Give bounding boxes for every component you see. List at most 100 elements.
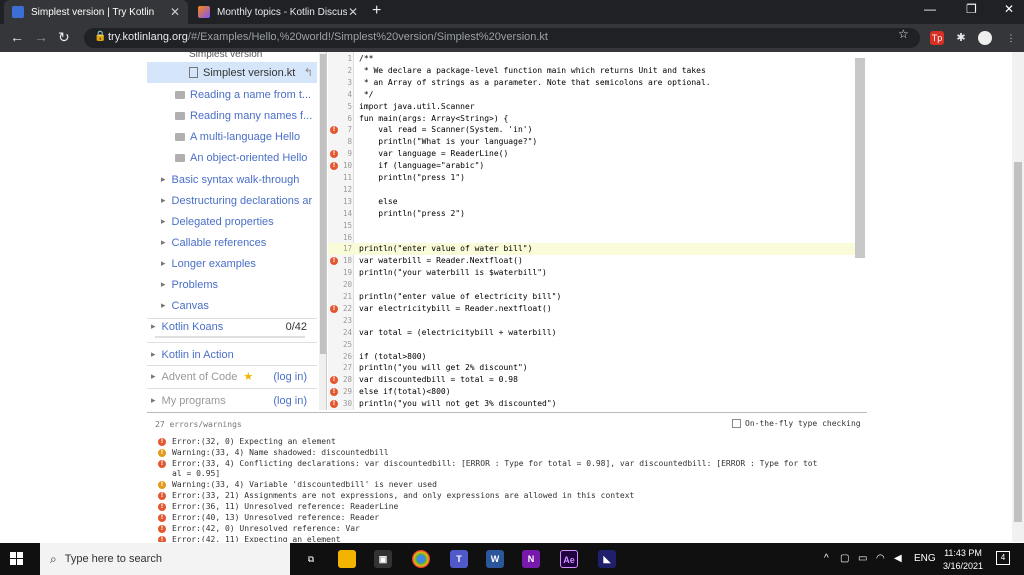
code-line[interactable]: 1 /** bbox=[328, 53, 858, 65]
code-line[interactable]: 12 bbox=[328, 184, 858, 196]
close-window-icon[interactable]: ✕ bbox=[1004, 2, 1014, 16]
code-line[interactable]: 13 else bbox=[328, 196, 858, 208]
error-marker-icon[interactable]: ! bbox=[330, 257, 338, 266]
sidebar-item-object-oriented[interactable]: An object-oriented Hello bbox=[147, 147, 317, 168]
code-line[interactable]: 23 bbox=[328, 315, 858, 327]
language-indicator[interactable]: ENG bbox=[914, 553, 936, 564]
code-line[interactable]: 19 println("your waterbill is $waterbill"… bbox=[328, 267, 858, 279]
sidebar-item-kotlin-koans[interactable]: ▸ Kotlin Koans 0/42 bbox=[147, 316, 317, 337]
chrome-icon[interactable] bbox=[412, 550, 430, 568]
clock[interactable]: 11:43 PM 3/16/2021 bbox=[938, 547, 988, 573]
error-marker-icon[interactable]: ! bbox=[330, 150, 338, 159]
close-tab-icon[interactable]: ✕ bbox=[170, 5, 180, 19]
sidebar-item-problems[interactable]: ▸ Problems bbox=[147, 274, 317, 295]
back-icon[interactable]: ← bbox=[10, 29, 24, 45]
onenote-icon[interactable]: N bbox=[522, 550, 540, 568]
code-line[interactable]: 21 println("enter value of electricity bi… bbox=[328, 291, 858, 303]
volume-icon[interactable]: ◀ bbox=[894, 553, 902, 564]
error-message[interactable]: ! Error:(36, 11) Unresolved reference: Re… bbox=[158, 502, 862, 512]
sidebar-item-multi-language[interactable]: A multi-language Hello bbox=[147, 126, 317, 147]
error-marker-icon[interactable]: ! bbox=[330, 126, 338, 135]
editor-scrollbar[interactable] bbox=[855, 58, 865, 258]
windows-start-icon[interactable] bbox=[10, 552, 24, 566]
profile-avatar[interactable] bbox=[978, 31, 992, 45]
forward-icon[interactable]: → bbox=[34, 29, 48, 45]
sidebar-item-basic-syntax[interactable]: ▸ Basic syntax walk-through bbox=[147, 169, 317, 190]
login-link[interactable]: (log in) bbox=[273, 395, 307, 407]
bookmark-star-icon[interactable]: ☆ bbox=[898, 27, 909, 41]
sidebar-item-my-programs[interactable]: ▸ My programs (log in) bbox=[147, 390, 317, 410]
network-icon[interactable]: ▭ bbox=[858, 553, 867, 564]
sidebar-item-reading-many-names[interactable]: Reading many names f... bbox=[147, 105, 317, 126]
warning-message[interactable]: ! Warning:(33, 4) Name shadowed: discount… bbox=[158, 448, 862, 458]
code-line[interactable]: ! 18 var waterbill = Reader.Nextfloat() bbox=[328, 255, 858, 267]
code-line[interactable]: 15 bbox=[328, 220, 858, 232]
error-marker-icon[interactable]: ! bbox=[330, 304, 338, 313]
code-line[interactable]: 26 if (total>800) bbox=[328, 351, 858, 363]
code-line[interactable]: 17 println("enter value of water bill") bbox=[328, 243, 858, 256]
code-line[interactable]: ! 28 var discountedbill = total = 0.98 bbox=[328, 374, 858, 386]
code-line[interactable]: ! 10 if (language="arabic") bbox=[328, 160, 858, 172]
sidebar-item-delegated[interactable]: ▸ Delegated properties bbox=[147, 211, 317, 232]
store-icon[interactable]: ▣ bbox=[374, 550, 392, 568]
error-message[interactable]: ! Error:(33, 4) Conflicting declarations:… bbox=[158, 459, 862, 479]
code-line[interactable]: 25 bbox=[328, 339, 858, 351]
code-line[interactable]: 4 */ bbox=[328, 89, 858, 101]
code-line[interactable]: ! 29 else if(total)<800) bbox=[328, 386, 858, 398]
sidebar-item-reading-name[interactable]: Reading a name from t... bbox=[147, 84, 317, 105]
scrollbar-thumb[interactable] bbox=[320, 54, 326, 354]
url-field[interactable]: 🔒 try.kotlinlang.org/#/Examples/Hello,%2… bbox=[84, 28, 920, 48]
error-marker-icon[interactable]: ! bbox=[330, 376, 338, 385]
task-view-icon[interactable]: ⧉ bbox=[302, 550, 320, 568]
tab-simplest-version[interactable]: Simplest version | Try Kotlin ✕ bbox=[4, 0, 188, 24]
checkbox[interactable] bbox=[732, 419, 741, 428]
error-marker-icon[interactable]: ! bbox=[330, 400, 338, 409]
code-line[interactable]: ! 7 val read = Scanner(System. 'in') bbox=[328, 124, 858, 136]
word-icon[interactable]: W bbox=[486, 550, 504, 568]
sidebar-item-kotlin-in-action[interactable]: ▸ Kotlin in Action bbox=[147, 344, 317, 365]
error-marker-icon[interactable]: ! bbox=[330, 162, 338, 171]
on-the-fly-toggle[interactable]: On-the-fly type checking bbox=[732, 419, 861, 428]
wifi-icon[interactable]: ◠ bbox=[876, 553, 885, 564]
code-line[interactable]: 14 println("press 2") bbox=[328, 208, 858, 220]
reset-icon[interactable]: ↰ bbox=[304, 66, 313, 79]
code-line[interactable]: 8 println("What is your language?") bbox=[328, 136, 858, 148]
sidebar-item-canvas[interactable]: ▸ Canvas bbox=[147, 295, 317, 316]
sidebar-item-simplest-version-kt[interactable]: Simplest version.kt ↰ bbox=[147, 62, 317, 83]
minimize-icon[interactable]: — bbox=[924, 2, 936, 16]
sidebar-item-destructuring[interactable]: ▸ Destructuring declarations ar bbox=[147, 190, 317, 211]
teams-icon[interactable]: T bbox=[450, 550, 468, 568]
tray-app-icon[interactable]: ▢ bbox=[840, 553, 849, 564]
scrollbar-thumb[interactable] bbox=[1014, 162, 1022, 522]
error-message[interactable]: ! Error:(40, 13) Unresolved reference: Re… bbox=[158, 513, 862, 523]
tab-monthly-topics[interactable]: Monthly topics - Kotlin Discussio ✕ bbox=[190, 0, 366, 24]
tray-chevron-icon[interactable]: ^ bbox=[824, 553, 829, 564]
reload-icon[interactable]: ↻ bbox=[58, 29, 70, 46]
sidebar-item-advent-of-code[interactable]: ▸ Advent of Code ★ (log in) bbox=[147, 366, 317, 387]
app-icon[interactable]: ◣ bbox=[598, 550, 616, 568]
warning-message[interactable]: ! Warning:(33, 4) Variable 'discountedbil… bbox=[158, 480, 862, 490]
code-line[interactable]: ! 9 var language = ReaderLine() bbox=[328, 148, 858, 160]
login-link[interactable]: (log in) bbox=[273, 371, 307, 383]
extensions-puzzle-icon[interactable]: ✱ bbox=[954, 31, 968, 45]
sidebar-scrollbar[interactable] bbox=[319, 52, 326, 410]
notifications-icon[interactable]: 4 bbox=[996, 551, 1010, 565]
code-line[interactable]: 27 println("you will get 2% discount") bbox=[328, 362, 858, 374]
page-scrollbar[interactable] bbox=[1012, 52, 1024, 542]
error-message[interactable]: ! Error:(33, 21) Assignments are not expr… bbox=[158, 491, 862, 501]
sidebar-item-longer-examples[interactable]: ▸ Longer examples bbox=[147, 253, 317, 274]
code-line[interactable]: 20 bbox=[328, 279, 858, 291]
taskbar-search[interactable]: ⌕ Type here to search bbox=[40, 543, 290, 575]
error-message[interactable]: ! Error:(42, 0) Unresolved reference: Var bbox=[158, 524, 862, 534]
code-line[interactable]: 3 * an Array of strings as a parameter. … bbox=[328, 77, 858, 89]
code-line[interactable]: 16 bbox=[328, 232, 858, 244]
close-tab-icon[interactable]: ✕ bbox=[348, 5, 358, 19]
code-line[interactable]: 11 println("press 1") bbox=[328, 172, 858, 184]
sidebar-item-callable[interactable]: ▸ Callable references bbox=[147, 232, 317, 253]
code-line[interactable]: 5 import java.util.Scanner bbox=[328, 101, 858, 113]
file-explorer-icon[interactable] bbox=[338, 550, 356, 568]
code-line[interactable]: 2 * We declare a package-level function … bbox=[328, 65, 858, 77]
menu-icon[interactable]: ⋮ bbox=[1004, 31, 1018, 45]
code-line[interactable]: 24 var total = (electricitybill + waterbi… bbox=[328, 327, 858, 339]
code-line[interactable]: ! 22 var electricitybill = Reader.nextfloa… bbox=[328, 303, 858, 315]
